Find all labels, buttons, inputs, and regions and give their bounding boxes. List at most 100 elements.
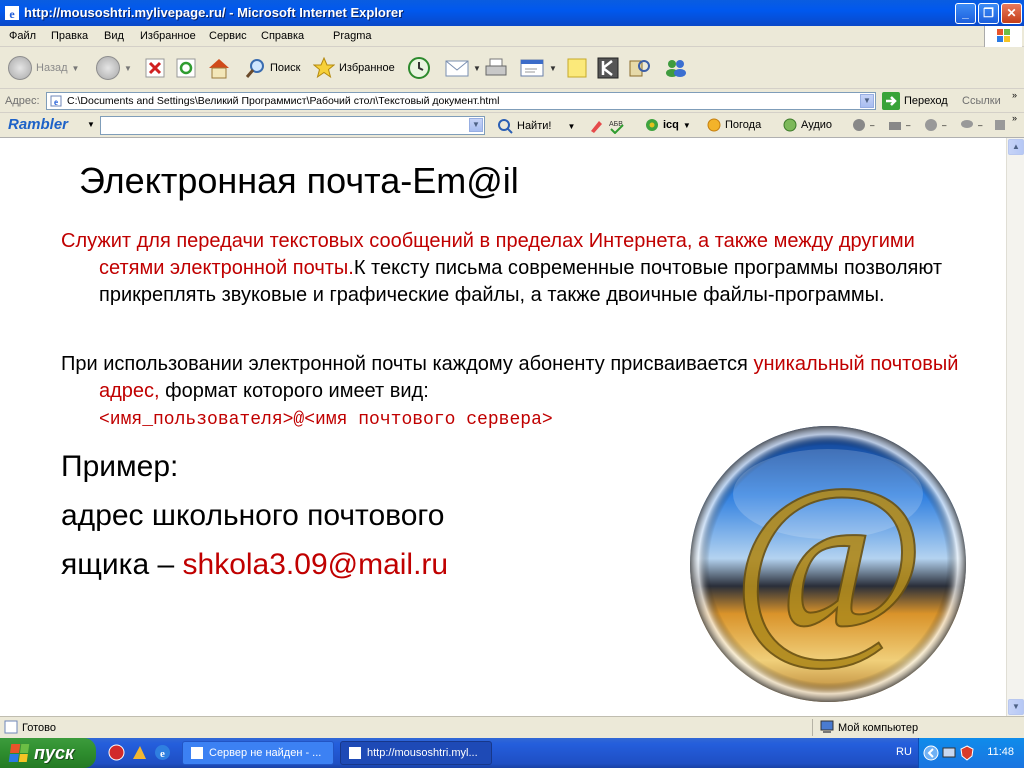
title-bar: e http://mousoshtri.mylivepage.ru/ - Mic… bbox=[0, 0, 1024, 26]
k-button[interactable] bbox=[597, 55, 619, 81]
research-icon bbox=[629, 60, 650, 77]
rambler-search-button[interactable]: Найти! ▼ bbox=[497, 118, 575, 134]
menu-help[interactable]: Справка bbox=[261, 30, 304, 42]
standard-toolbar: Назад ▼ ▼ Поиск Избранное ▼ ▼ bbox=[0, 47, 1024, 89]
links-button[interactable]: Ссылки bbox=[962, 95, 1001, 107]
back-button[interactable]: Назад ▼ bbox=[8, 55, 79, 81]
address-value: C:\Documents and Settings\Великий Програ… bbox=[67, 95, 500, 107]
language-indicator[interactable]: RU bbox=[896, 746, 912, 758]
edit-dropdown-icon[interactable]: ▼ bbox=[549, 64, 557, 73]
computer-icon bbox=[820, 720, 834, 733]
school-email: shkola3.09@mail.ru bbox=[182, 548, 449, 581]
rambler-dropdown-icon[interactable]: ▼ bbox=[87, 120, 95, 129]
edit-button[interactable]: ▼ bbox=[519, 55, 557, 81]
start-button[interactable]: пуск bbox=[0, 738, 96, 768]
stop-button[interactable] bbox=[145, 55, 165, 81]
extra-tool-1[interactable]: – bbox=[852, 118, 874, 132]
go-arrow-icon bbox=[882, 92, 900, 110]
marker-icon bbox=[591, 121, 602, 133]
vertical-scrollbar[interactable]: ▲ ▼ bbox=[1006, 138, 1024, 716]
ie-task-icon bbox=[349, 747, 361, 759]
address-bar: Адрес: e C:\Documents and Settings\Велик… bbox=[0, 89, 1024, 113]
paragraph-purpose: Служит для передачи текстовых сообщений … bbox=[61, 228, 961, 309]
search-dropdown-icon[interactable]: ▼ bbox=[567, 122, 575, 131]
favorites-button[interactable]: Избранное bbox=[313, 55, 395, 81]
status-bar: Готово Мой компьютер bbox=[0, 716, 1024, 738]
rambler-logo[interactable]: Rambler bbox=[8, 116, 68, 133]
network-tray-icon[interactable] bbox=[941, 745, 957, 761]
mail-button[interactable]: ▼ bbox=[445, 55, 481, 81]
task-server-not-found[interactable]: Сервер не найден - ... bbox=[182, 741, 334, 765]
home-button[interactable] bbox=[207, 55, 231, 81]
task-mylivepage[interactable]: http://mousoshtri.myl... bbox=[340, 741, 492, 765]
rambler-chevron-icon[interactable]: » bbox=[1012, 113, 1017, 123]
rambler-search-dropdown-icon[interactable]: ▼ bbox=[469, 118, 483, 132]
maximize-button[interactable]: ❐ bbox=[978, 3, 999, 24]
winamp-quicklaunch-icon[interactable] bbox=[131, 744, 148, 761]
refresh-button[interactable] bbox=[176, 55, 196, 81]
menu-pragma[interactable]: Pragma bbox=[333, 30, 372, 42]
search-button[interactable]: Поиск bbox=[244, 55, 300, 81]
rambler-toolbar: Rambler ▼ ▼ Найти! ▼ АБВ icq ▼ Погода Ау… bbox=[0, 113, 1024, 138]
menu-bar: Файл Правка Вид Избранное Сервис Справка… bbox=[0, 26, 1024, 47]
system-tray: 11:48 bbox=[918, 738, 1024, 768]
tray-arrow-icon[interactable] bbox=[923, 745, 939, 761]
opera-quicklaunch-icon[interactable] bbox=[108, 744, 125, 761]
stop-icon bbox=[145, 58, 165, 78]
weather-button[interactable]: Погода bbox=[707, 118, 761, 132]
icq-dropdown-icon[interactable]: ▼ bbox=[683, 121, 691, 130]
chat-icon bbox=[961, 120, 973, 128]
spellcheck-button[interactable]: АБВ bbox=[608, 118, 626, 134]
highlight-button[interactable] bbox=[588, 118, 604, 134]
printer-icon bbox=[485, 58, 507, 76]
home-icon bbox=[209, 59, 229, 79]
back-dropdown-icon[interactable]: ▼ bbox=[72, 64, 80, 73]
page-title: Электронная почта-Em@il bbox=[79, 160, 519, 201]
links-chevron-icon[interactable]: » bbox=[1012, 90, 1017, 100]
icq-button[interactable]: icq ▼ bbox=[645, 118, 691, 132]
messenger-button[interactable] bbox=[663, 55, 689, 81]
security-tray-icon[interactable] bbox=[959, 745, 975, 761]
windows-flag-icon bbox=[8, 744, 30, 762]
close-button[interactable]: ✕ bbox=[1001, 3, 1022, 24]
extra-tool-2[interactable]: – bbox=[888, 118, 910, 132]
extra-tool-5[interactable] bbox=[993, 118, 1007, 132]
tool-icon bbox=[995, 120, 1005, 130]
scroll-up-icon[interactable]: ▲ bbox=[1008, 139, 1024, 155]
notes-button[interactable] bbox=[566, 55, 588, 81]
history-icon bbox=[408, 57, 430, 79]
rambler-search-input[interactable]: ▼ bbox=[100, 116, 485, 135]
example-line-1: адрес школьного почтового bbox=[61, 499, 445, 532]
menu-edit[interactable]: Правка bbox=[51, 30, 88, 42]
address-input[interactable]: e C:\Documents and Settings\Великий Прог… bbox=[46, 92, 876, 110]
sun-icon bbox=[707, 118, 721, 132]
forward-button[interactable]: ▼ bbox=[96, 55, 132, 81]
forward-dropdown-icon[interactable]: ▼ bbox=[124, 64, 132, 73]
menu-favorites[interactable]: Избранное bbox=[140, 30, 196, 42]
extra-tool-4[interactable]: – bbox=[960, 118, 982, 132]
print-button[interactable] bbox=[484, 55, 508, 81]
address-label: Адрес: bbox=[5, 95, 40, 107]
extra-tool-3[interactable]: – bbox=[924, 118, 946, 132]
address-format: <имя_пользователя>@<имя почтового сервер… bbox=[99, 410, 553, 430]
windows-logo-icon bbox=[984, 26, 1022, 47]
go-button[interactable]: Переход bbox=[882, 92, 948, 110]
history-button[interactable] bbox=[407, 55, 431, 81]
ie-quicklaunch-icon[interactable]: e bbox=[154, 744, 171, 761]
mail-dropdown-icon[interactable]: ▼ bbox=[473, 64, 481, 73]
address-dropdown-icon[interactable]: ▼ bbox=[860, 94, 874, 108]
svg-text:e: e bbox=[160, 748, 165, 760]
menu-file[interactable]: Файл bbox=[9, 30, 36, 42]
menu-view[interactable]: Вид bbox=[104, 30, 124, 42]
minimize-button[interactable]: _ bbox=[955, 3, 976, 24]
svg-text:e: e bbox=[54, 97, 58, 107]
clock[interactable]: 11:48 bbox=[987, 746, 1014, 758]
paragraph-address: При использовании электронной почты кажд… bbox=[61, 353, 959, 430]
at-sign-emblem-icon: @ bbox=[690, 426, 966, 702]
scroll-down-icon[interactable]: ▼ bbox=[1008, 699, 1024, 715]
search-icon bbox=[245, 59, 264, 78]
menu-tools[interactable]: Сервис bbox=[209, 30, 247, 42]
audio-button[interactable]: Аудио bbox=[783, 118, 832, 132]
research-button[interactable] bbox=[628, 55, 652, 81]
spellcheck-icon: АБВ bbox=[609, 121, 624, 134]
